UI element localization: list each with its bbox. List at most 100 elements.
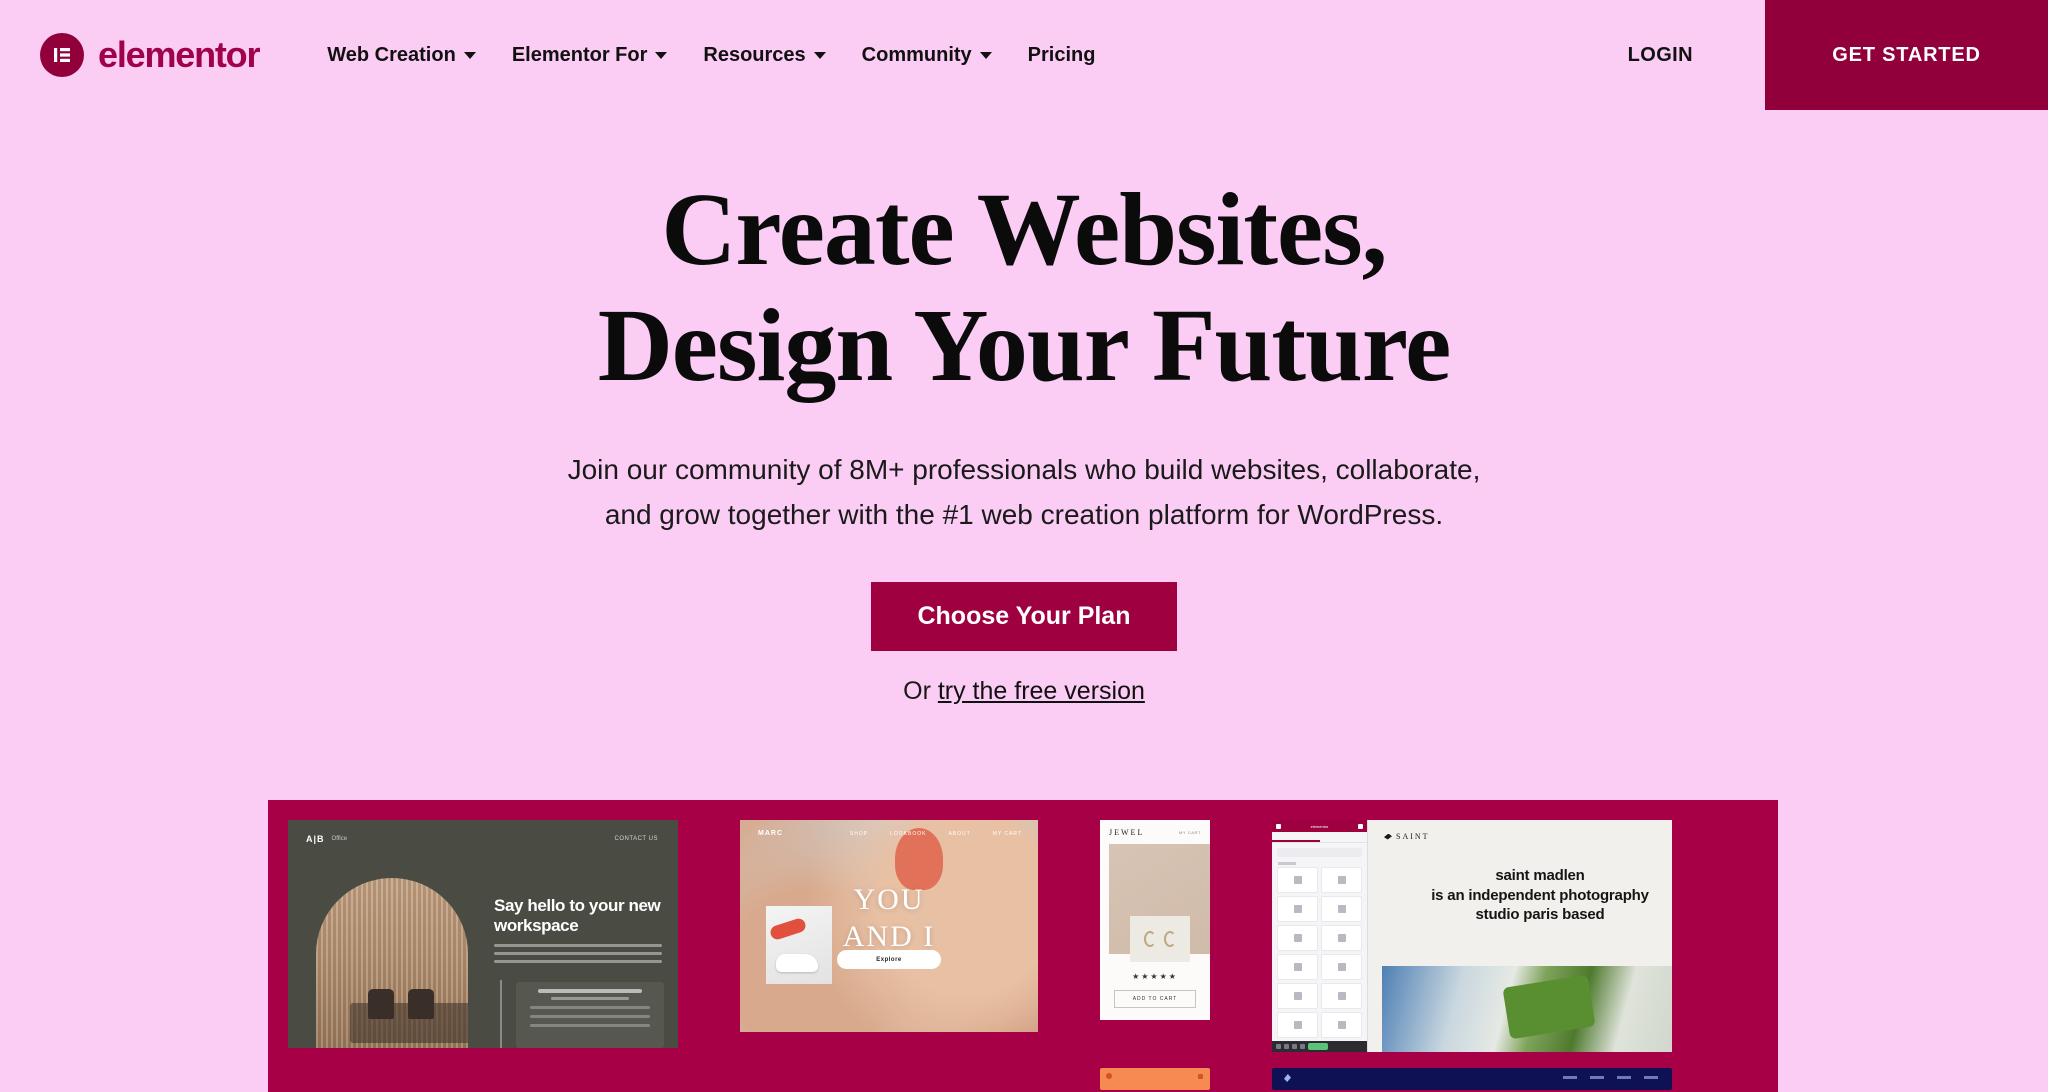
showcase-card-row2-spacer <box>288 1068 678 1092</box>
bird-icon <box>1384 833 1392 840</box>
widget-tile[interactable] <box>1321 954 1362 980</box>
widget-tile[interactable] <box>1321 867 1362 893</box>
site-header: elementor Web Creation Elementor For Res… <box>0 0 2048 110</box>
saint-brand-label: SAINT <box>1396 832 1430 841</box>
headline-line-2: AND I <box>842 919 936 953</box>
add-to-cart-button[interactable]: ADD TO CART <box>1114 990 1196 1008</box>
shoe-shape <box>776 954 818 972</box>
jewel-brand: JEWEL <box>1109 828 1145 837</box>
editor-widget-grid <box>1272 867 1367 1038</box>
nav-item-community[interactable]: Community <box>862 44 992 67</box>
nav-item-label: LOOKBOOK <box>890 831 927 837</box>
showcase-row-2 <box>288 1068 1672 1092</box>
hero-subtitle: Join our community of 8M+ professionals … <box>0 447 2048 538</box>
nav-item-label: Web Creation <box>327 43 456 66</box>
tab-elements[interactable] <box>1272 832 1320 842</box>
widget-tile[interactable] <box>1321 896 1362 922</box>
workspace-heading: Say hello to your new workspace <box>494 896 661 936</box>
get-started-button[interactable]: GET STARTED <box>1765 0 2048 110</box>
editor-tabs <box>1272 832 1367 843</box>
nav-item-label: ABOUT <box>948 831 971 837</box>
choose-your-plan-button[interactable]: Choose Your Plan <box>871 581 1177 651</box>
workspace-nav-right: CONTACT US <box>614 836 658 842</box>
you-and-i-nav: SHOP LOOKBOOK ABOUT MY CART <box>850 831 1022 837</box>
responsive-icon[interactable] <box>1292 1044 1297 1049</box>
showcase-gallery: A|B Office CONTACT US Say hello to your … <box>268 800 1778 1092</box>
header-actions: LOGIN GET STARTED <box>1628 0 2048 110</box>
showcase-card-row2-spacer <box>740 1068 1038 1092</box>
widget-tile[interactable] <box>1277 925 1318 951</box>
history-icon[interactable] <box>1284 1044 1289 1049</box>
panel-field-bar <box>530 1006 650 1009</box>
page-root: elementor Web Creation Elementor For Res… <box>0 0 2048 1092</box>
login-link[interactable]: LOGIN <box>1628 44 1765 67</box>
page-title: Create Websites, Design Your Future <box>0 172 2048 405</box>
rating-stars: ★★★★★ <box>1132 972 1178 981</box>
chevron-down-icon <box>655 51 668 59</box>
widget-tile[interactable] <box>1277 1012 1318 1038</box>
showcase-card-navy[interactable] <box>1272 1068 1672 1090</box>
nav-item-pricing[interactable]: Pricing <box>1028 44 1096 67</box>
free-version-prefix: Or <box>903 676 938 705</box>
jewel-product-swatch <box>1130 916 1190 962</box>
earring-shape <box>1144 931 1156 947</box>
widget-tile[interactable] <box>1277 954 1318 980</box>
hero-title-line-2: Design Your Future <box>597 288 1452 404</box>
widget-tile[interactable] <box>1321 925 1362 951</box>
editor-footer-bar <box>1272 1041 1367 1052</box>
widget-tile[interactable] <box>1277 867 1318 893</box>
cart-icon <box>1198 1074 1203 1079</box>
hero-title-line-1: Create Websites, <box>661 172 1387 287</box>
preview-icon[interactable] <box>1300 1044 1305 1049</box>
product-thumbnail <box>766 906 832 984</box>
workspace-site-brand: A|B Office <box>306 834 347 844</box>
try-free-version-link[interactable]: try the free version <box>938 677 1145 705</box>
headline-line-1: saint madlen <box>1495 867 1585 884</box>
settings-icon[interactable] <box>1357 823 1363 829</box>
jewel-menu: MY CART <box>1178 830 1201 835</box>
editor-section-label <box>1278 862 1296 865</box>
nav-item-elementor-for[interactable]: Elementor For <box>512 44 668 67</box>
saint-headline: saint madlen is an independent photograp… <box>1378 866 1672 925</box>
showcase-card-saint[interactable]: elementor SAINT saint madlen is an indep… <box>1272 820 1672 1052</box>
headline-line-2: is an independent photography <box>1431 886 1649 904</box>
editor-search-input[interactable] <box>1277 848 1362 857</box>
panel-field-bar <box>530 1024 650 1027</box>
elementor-editor-panel: elementor <box>1272 820 1368 1052</box>
widget-tile[interactable] <box>1321 1012 1362 1038</box>
publish-button[interactable] <box>1308 1043 1328 1050</box>
saint-brand: SAINT <box>1384 832 1430 841</box>
menu-icon[interactable] <box>1276 823 1281 829</box>
nav-item-resources[interactable]: Resources <box>703 44 826 67</box>
brand-logo[interactable]: elementor <box>40 33 260 77</box>
settings-icon[interactable] <box>1276 1044 1281 1049</box>
workspace-booking-panel[interactable] <box>516 982 664 1048</box>
nav-item-label: MY CART <box>992 831 1022 837</box>
workspace-brand-label: A|B <box>306 834 325 844</box>
avatar <box>1106 1073 1112 1079</box>
showcase-card-jewel[interactable]: JEWEL MY CART ★★★★★ ADD TO CART <box>1100 820 1210 1020</box>
you-and-i-brand: MARC <box>758 830 783 837</box>
jewel-header: JEWEL MY CART <box>1109 828 1201 837</box>
editor-topbar: elementor <box>1272 820 1367 832</box>
headline-line-1: YOU <box>853 883 925 916</box>
workspace-interior-photo <box>316 878 468 1048</box>
panel-title-bar <box>538 989 642 993</box>
editor-logo-label: elementor <box>1310 823 1329 829</box>
showcase-card-you-and-i[interactable]: MARC SHOP LOOKBOOK ABOUT MY CART YOU AND… <box>740 820 1038 1032</box>
chevron-down-icon <box>979 51 992 59</box>
saint-hero-photo <box>1382 966 1672 1052</box>
tab-global[interactable] <box>1320 832 1368 842</box>
widget-tile[interactable] <box>1277 896 1318 922</box>
showcase-card-workspace[interactable]: A|B Office CONTACT US Say hello to your … <box>288 820 678 1048</box>
widget-tile[interactable] <box>1321 983 1362 1009</box>
brand-name: elementor <box>98 34 260 75</box>
widget-tile[interactable] <box>1277 983 1318 1009</box>
headline-line-3: studio paris based <box>1475 906 1605 923</box>
chevron-down-icon <box>813 51 826 59</box>
nav-item-web-creation[interactable]: Web Creation <box>327 44 476 67</box>
earring-shape <box>1164 931 1176 947</box>
showcase-card-orange[interactable] <box>1100 1068 1210 1090</box>
explore-button[interactable]: Explore <box>837 950 941 969</box>
bird-icon <box>1284 1074 1291 1082</box>
